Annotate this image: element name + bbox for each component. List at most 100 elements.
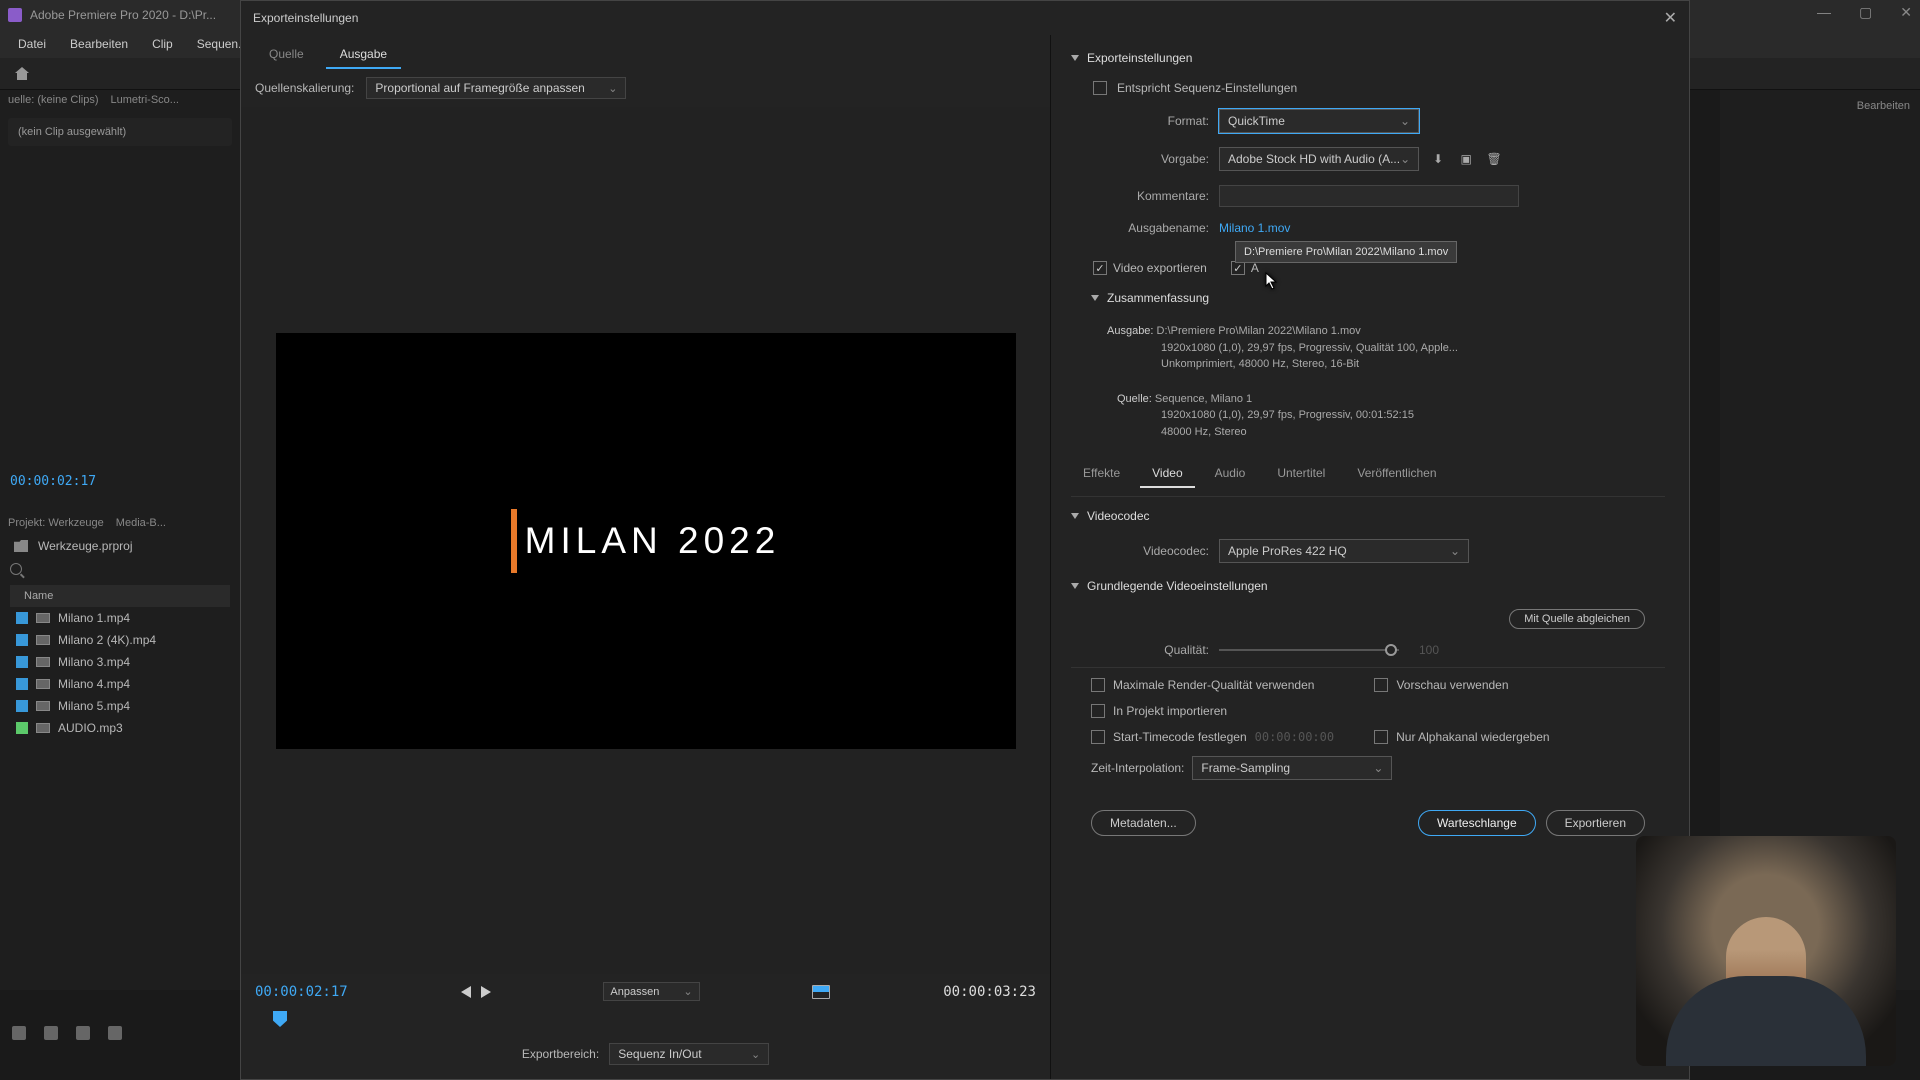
menu-file[interactable]: Datei xyxy=(8,33,56,55)
menu-edit[interactable]: Bearbeiten xyxy=(60,33,138,55)
file-row[interactable]: Milano 2 (4K).mp4 xyxy=(10,629,230,651)
save-preset-icon[interactable]: ▣ xyxy=(1457,150,1475,168)
output-path-tooltip: D:\Premiere Pro\Milan 2022\Milano 1.mov xyxy=(1235,241,1457,263)
use-preview-checkbox[interactable] xyxy=(1374,678,1388,692)
tab-captions[interactable]: Untertitel xyxy=(1265,460,1337,488)
preview-side: Quelle Ausgabe Quellenskalierung: Propor… xyxy=(241,35,1051,1079)
alpha-only-checkbox[interactable] xyxy=(1374,730,1388,744)
preset-dropdown[interactable]: Adobe Stock HD with Audio (A... xyxy=(1219,147,1419,171)
step-back-icon[interactable] xyxy=(461,986,471,998)
title-accent-bar xyxy=(511,509,517,573)
tool-icon[interactable] xyxy=(108,1026,122,1040)
settings-tabs: Effekte Video Audio Untertitel Veröffent… xyxy=(1071,452,1665,497)
export-button[interactable]: Exportieren xyxy=(1546,810,1645,836)
export-audio-checkbox[interactable] xyxy=(1231,261,1245,275)
folder-icon xyxy=(14,540,28,552)
interp-dropdown[interactable]: Frame-Sampling xyxy=(1192,756,1392,780)
media-tab[interactable]: Media-B... xyxy=(116,517,166,529)
chevron-down-icon xyxy=(1071,583,1079,589)
fit-dropdown[interactable]: Anpassen xyxy=(603,982,699,1001)
scale-dropdown[interactable]: Proportional auf Framegröße anpassen xyxy=(366,77,626,99)
quality-slider[interactable] xyxy=(1219,649,1399,651)
max-render-checkbox[interactable] xyxy=(1091,678,1105,692)
close-button[interactable]: ✕ xyxy=(1900,4,1912,21)
summary-header[interactable]: Zusammenfassung xyxy=(1071,285,1665,311)
codec-header[interactable]: Videocodec xyxy=(1071,503,1665,529)
playhead-icon[interactable] xyxy=(273,1011,287,1027)
tab-video[interactable]: Video xyxy=(1140,460,1194,488)
file-row[interactable]: Milano 4.mp4 xyxy=(10,673,230,695)
tab-output[interactable]: Ausgabe xyxy=(326,41,401,69)
download-preset-icon[interactable]: ⬇ xyxy=(1429,150,1447,168)
color-chip xyxy=(16,656,28,668)
export-video-checkbox[interactable] xyxy=(1093,261,1107,275)
tool-icons xyxy=(12,1026,122,1040)
preview-timeline[interactable] xyxy=(241,1005,1050,1037)
file-row[interactable]: AUDIO.mp3 xyxy=(10,717,230,739)
file-icon xyxy=(36,657,50,667)
delete-preset-icon[interactable]: 🗑 xyxy=(1485,150,1503,168)
play-icon[interactable] xyxy=(481,986,491,998)
file-name: AUDIO.mp3 xyxy=(58,721,123,735)
file-name: Milano 1.mp4 xyxy=(58,611,130,625)
quality-label: Qualität: xyxy=(1093,643,1209,657)
tab-publish[interactable]: Veröffentlichen xyxy=(1345,460,1448,488)
file-name: Milano 5.mp4 xyxy=(58,699,130,713)
export-area-dropdown[interactable]: Sequenz In/Out xyxy=(609,1043,769,1065)
quality-value: 100 xyxy=(1419,643,1439,657)
bg-left-panels: uelle: (keine Clips) Lumetri-Sco... (kei… xyxy=(0,90,240,990)
home-icon[interactable] xyxy=(14,66,30,82)
tab-audio[interactable]: Audio xyxy=(1203,460,1258,488)
preview-canvas: Milan 2022 xyxy=(241,107,1050,974)
export-settings-header[interactable]: Exporteinstellungen xyxy=(1071,45,1665,71)
minimize-button[interactable]: — xyxy=(1817,4,1831,21)
search-icon[interactable] xyxy=(10,563,22,575)
tab-lumetri[interactable]: Lumetri-Sco... xyxy=(110,94,178,106)
tab-source[interactable]: uelle: (keine Clips) xyxy=(8,94,98,106)
basic-video-header[interactable]: Grundlegende Videoeinstellungen xyxy=(1071,573,1665,599)
timecode-in[interactable]: 00:00:02:17 xyxy=(255,984,348,1000)
metadata-button[interactable]: Metadaten... xyxy=(1091,810,1196,836)
format-dropdown[interactable]: QuickTime xyxy=(1219,109,1419,133)
bottom-options: Maximale Render-Qualität verwenden Vorsc… xyxy=(1071,667,1665,790)
project-panel: Projekt: Werkzeuge Media-B... Werkzeuge.… xyxy=(0,513,240,739)
color-chip xyxy=(16,700,28,712)
menu-clip[interactable]: Clip xyxy=(142,33,183,55)
start-timecode-value: 00:00:00:00 xyxy=(1255,730,1334,744)
file-row[interactable]: Milano 3.mp4 xyxy=(10,651,230,673)
app-title: Adobe Premiere Pro 2020 - D:\Pr... xyxy=(30,8,216,22)
import-project-checkbox[interactable] xyxy=(1091,704,1105,718)
file-row[interactable]: Milano 1.mp4 xyxy=(10,607,230,629)
settings-side: Exporteinstellungen Entspricht Sequenz-E… xyxy=(1051,35,1689,1079)
summary-source: Quelle: Sequence, Milano 1 1920x1080 (1,… xyxy=(1071,385,1665,447)
comments-input[interactable] xyxy=(1219,185,1519,207)
color-chip xyxy=(16,612,28,624)
aspect-icon[interactable] xyxy=(812,985,830,999)
project-tab[interactable]: Projekt: Werkzeuge xyxy=(8,517,104,529)
slider-thumb[interactable] xyxy=(1385,644,1397,656)
match-sequence-checkbox[interactable] xyxy=(1093,81,1107,95)
right-tab[interactable]: Bearbeiten xyxy=(1730,100,1910,112)
start-timecode-checkbox[interactable] xyxy=(1091,730,1105,744)
preset-label: Vorgabe: xyxy=(1093,152,1209,166)
output-name-label: Ausgabename: xyxy=(1093,221,1209,235)
maximize-button[interactable]: ▢ xyxy=(1859,4,1872,21)
tab-source[interactable]: Quelle xyxy=(255,41,318,69)
format-label: Format: xyxy=(1093,114,1209,128)
output-name-link[interactable]: Milano 1.mov xyxy=(1219,221,1290,235)
codec-label: Videocodec: xyxy=(1093,544,1209,558)
file-row[interactable]: Milano 5.mp4 xyxy=(10,695,230,717)
comments-label: Kommentare: xyxy=(1093,189,1209,203)
tool-icon[interactable] xyxy=(76,1026,90,1040)
no-clip-label: (kein Clip ausgewählt) xyxy=(8,118,232,146)
file-icon xyxy=(36,679,50,689)
close-icon[interactable]: ✕ xyxy=(1664,8,1677,28)
tool-icon[interactable] xyxy=(12,1026,26,1040)
tool-icon[interactable] xyxy=(44,1026,58,1040)
timecode-out: 00:00:03:23 xyxy=(943,984,1036,1000)
queue-button[interactable]: Warteschlange xyxy=(1418,810,1536,836)
codec-dropdown[interactable]: Apple ProRes 422 HQ xyxy=(1219,539,1469,563)
match-source-button[interactable]: Mit Quelle abgleichen xyxy=(1509,609,1645,629)
tab-effects[interactable]: Effekte xyxy=(1071,460,1132,488)
column-name[interactable]: Name xyxy=(10,585,230,607)
